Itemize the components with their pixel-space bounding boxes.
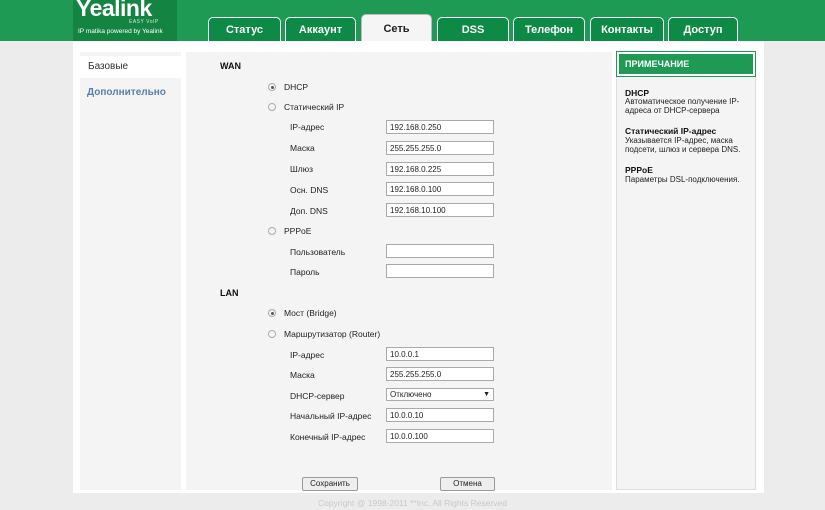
wan-dns1-input[interactable] bbox=[386, 182, 494, 196]
pppoe-radio-button[interactable] bbox=[268, 227, 276, 235]
wan-dns2-label: Доп. DNS bbox=[290, 206, 328, 216]
lan-mask-label: Маска bbox=[290, 370, 315, 380]
tab-phone[interactable]: Телефон bbox=[513, 17, 585, 41]
note-panel bbox=[616, 52, 756, 490]
router-radio-button[interactable] bbox=[268, 330, 276, 338]
end-ip-label: Конечный IP-адрес bbox=[290, 432, 366, 442]
start-ip-input[interactable] bbox=[386, 408, 494, 422]
note-pppoe-text: Параметры DSL-подключения. bbox=[625, 175, 740, 184]
static-ip-radio-button[interactable] bbox=[268, 103, 276, 111]
dhcp-server-label: DHCP-сервер bbox=[290, 391, 345, 401]
pppoe-label: PPPoE bbox=[284, 226, 312, 236]
cancel-button[interactable]: Отмена bbox=[440, 477, 495, 491]
logo-tagline: IP matika powered by Yealink bbox=[78, 28, 163, 35]
note-static-title: Статический IP-адрес bbox=[625, 126, 717, 136]
wan-gateway-input[interactable] bbox=[386, 162, 494, 176]
tab-account[interactable]: Аккаунт bbox=[285, 17, 356, 41]
tab-access[interactable]: Доступ bbox=[668, 17, 738, 41]
dhcp-radio[interactable]: DHCP bbox=[268, 81, 308, 93]
start-ip-label: Начальный IP-адрес bbox=[290, 411, 372, 421]
tab-contacts[interactable]: Контакты bbox=[590, 17, 664, 41]
router-radio[interactable]: Маршрутизатор (Router) bbox=[268, 328, 380, 340]
wan-heading: WAN bbox=[220, 61, 241, 71]
static-ip-label: Статический IP bbox=[284, 102, 345, 112]
tab-network[interactable]: Сеть bbox=[361, 14, 432, 42]
lan-ip-input[interactable] bbox=[386, 347, 494, 361]
dhcp-label: DHCP bbox=[284, 82, 309, 92]
dhcp-radio-button[interactable] bbox=[268, 83, 276, 91]
note-pppoe-title: PPPoE bbox=[625, 165, 653, 175]
tab-dss[interactable]: DSS bbox=[437, 17, 509, 41]
wan-dns2-input[interactable] bbox=[386, 203, 494, 217]
dhcp-server-select[interactable]: Отключено ▼ bbox=[386, 388, 494, 401]
sidebar-item-advanced[interactable]: Дополнительно bbox=[87, 87, 166, 98]
pppoe-radio[interactable]: PPPoE bbox=[268, 225, 311, 237]
logo-subtext: EASY VoIP bbox=[129, 19, 159, 25]
save-button[interactable]: Сохранить bbox=[302, 477, 358, 491]
note-static-text: Указывается IP-адрес, маска подсети, шлю… bbox=[625, 136, 741, 154]
tab-status[interactable]: Статус bbox=[208, 17, 281, 41]
pppoe-password-label: Пароль bbox=[290, 267, 320, 277]
lan-mask-input[interactable] bbox=[386, 367, 494, 381]
sidebar-item-basic[interactable]: Базовые bbox=[80, 56, 181, 78]
pppoe-user-input[interactable] bbox=[386, 244, 494, 258]
bridge-label: Мост (Bridge) bbox=[284, 308, 337, 318]
yealink-logo: Yealink EASY VoIP IP matika powered by Y… bbox=[73, 0, 177, 41]
end-ip-input[interactable] bbox=[386, 429, 494, 443]
wan-dns1-label: Осн. DNS bbox=[290, 185, 329, 195]
pppoe-user-label: Пользователь bbox=[290, 247, 346, 257]
copyright-footer: Copyright @ 1998-2011 **Inc. All Rights … bbox=[318, 498, 507, 508]
wan-ip-label: IP-адрес bbox=[290, 122, 325, 132]
wan-mask-input[interactable] bbox=[386, 141, 494, 155]
wan-mask-label: Маска bbox=[290, 143, 315, 153]
lan-ip-label: IP-адрес bbox=[290, 350, 325, 360]
wan-gateway-label: Шлюз bbox=[290, 164, 314, 174]
router-label: Маршрутизатор (Router) bbox=[284, 329, 381, 339]
dropdown-arrow-icon: ▼ bbox=[483, 391, 490, 398]
sidebar bbox=[80, 52, 181, 490]
lan-heading: LAN bbox=[220, 288, 239, 298]
dhcp-server-value: Отключено bbox=[390, 390, 432, 399]
wan-ip-input[interactable] bbox=[386, 120, 494, 134]
note-heading: ПРИМЕЧАНИЕ bbox=[616, 51, 756, 77]
static-ip-radio[interactable]: Статический IP bbox=[268, 101, 344, 113]
pppoe-password-input[interactable] bbox=[386, 264, 494, 278]
bridge-radio[interactable]: Мост (Bridge) bbox=[268, 307, 337, 319]
note-dhcp-text: Автоматическое получение IP-адреса от DH… bbox=[625, 97, 740, 115]
bridge-radio-button[interactable] bbox=[268, 309, 276, 317]
